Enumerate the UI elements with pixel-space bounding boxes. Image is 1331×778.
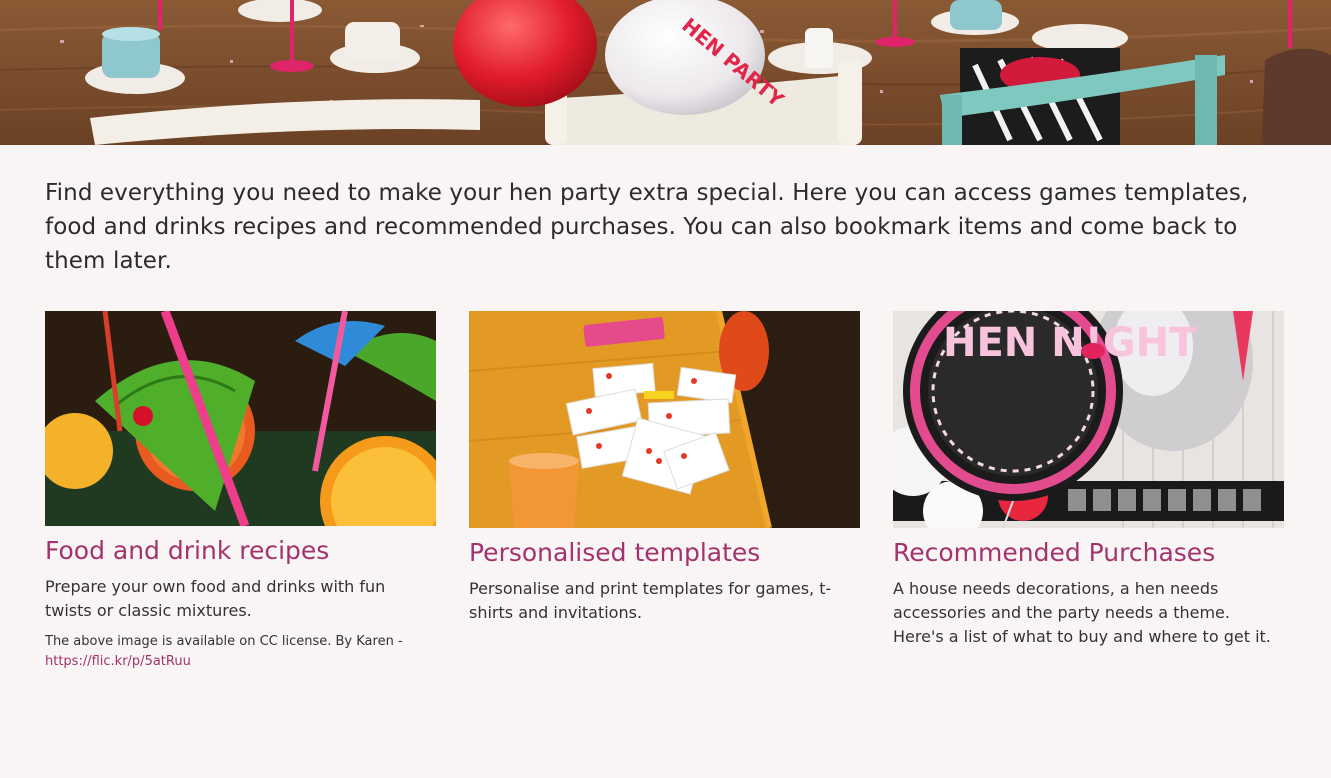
card-title[interactable]: Food and drink recipes	[45, 536, 436, 566]
card-description: A house needs decorations, a hen needs a…	[893, 579, 1271, 646]
card-description: Personalise and print templates for game…	[469, 579, 832, 622]
playing-cards-illustration	[469, 311, 860, 528]
purchases-balloon-text: HEN N!GHT	[943, 320, 1197, 366]
image-credit: The above image is available on CC licen…	[45, 632, 436, 672]
image-credit-link[interactable]: https://flic.kr/p/5atRuu	[45, 654, 191, 669]
cocktail-umbrellas-illustration	[45, 311, 436, 526]
card-description: Prepare your own food and drinks with fu…	[45, 577, 386, 620]
intro-text: Find everything you need to make your he…	[45, 180, 1249, 274]
hero-illustration: HEN PARTY	[0, 0, 1331, 145]
card-title[interactable]: Personalised templates	[469, 538, 860, 568]
card-personalised-templates: Personalised templates Personalise and p…	[469, 311, 860, 625]
food-drink-image[interactable]	[45, 311, 436, 526]
hen-night-balloons-illustration: HEN N!GHT	[893, 311, 1284, 528]
templates-image[interactable]	[469, 311, 860, 528]
card-title[interactable]: Recommended Purchases	[893, 538, 1284, 568]
card-food-and-drink: Food and drink recipes Prepare your own …	[45, 311, 436, 672]
image-credit-text: The above image is available on CC licen…	[45, 634, 403, 649]
hero-banner-image: HEN PARTY	[0, 0, 1331, 145]
card-recommended-purchases: HEN N!GHT Recommended Purchases A house …	[893, 311, 1284, 649]
purchases-image[interactable]: HEN N!GHT	[893, 311, 1284, 528]
